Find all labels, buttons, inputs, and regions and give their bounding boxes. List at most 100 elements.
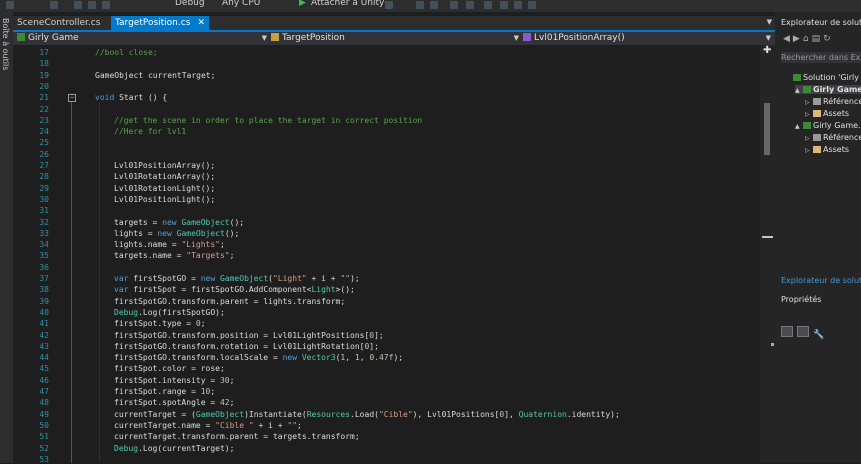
code-line[interactable]: firstSpot.color = rose; bbox=[114, 364, 225, 373]
code-line[interactable]: Lvl01RotationArray(); bbox=[114, 172, 215, 181]
code-line[interactable]: firstSpot.intensity = 30; bbox=[114, 376, 234, 385]
project-icon bbox=[803, 86, 811, 93]
code-line[interactable]: currentTarget.name = "Cible " + i + ""; bbox=[114, 421, 302, 430]
expand-toggle-icon[interactable]: ▷ bbox=[805, 135, 813, 142]
save-all-icon[interactable] bbox=[88, 1, 96, 9]
attach-unity-button[interactable]: Attacher à Unity bbox=[311, 0, 384, 8]
next-bookmark-icon[interactable] bbox=[514, 1, 522, 9]
outdent-icon[interactable] bbox=[466, 1, 474, 9]
class-dropdown[interactable]: TargetPosition ▼ bbox=[271, 32, 519, 45]
window-icon[interactable] bbox=[416, 1, 424, 9]
code-token: firstSpot.range = bbox=[114, 387, 201, 396]
code-line[interactable]: firstSpot.type = 0; bbox=[114, 319, 206, 328]
categorized-icon[interactable] bbox=[781, 326, 793, 337]
code-line[interactable]: lights.name = "Lights"; bbox=[114, 240, 225, 249]
bookmark-icon[interactable] bbox=[484, 1, 492, 9]
tree-item[interactable]: ▷ Assets bbox=[805, 109, 861, 118]
code-line[interactable]: firstSpot.spotAngle = 42; bbox=[114, 398, 234, 407]
config-dropdown[interactable]: Debug bbox=[175, 0, 205, 8]
code-line[interactable]: //bool close; bbox=[95, 48, 158, 57]
tree-item[interactable]: Solution 'Girly Game' bbox=[785, 73, 861, 82]
prev-bookmark-icon[interactable] bbox=[500, 1, 508, 9]
project-dropdown[interactable]: Girly Game ▼ bbox=[17, 32, 267, 45]
code-line[interactable]: firstSpotGO.transform.parent = lights.tr… bbox=[114, 297, 345, 306]
code-token: GameObject bbox=[195, 409, 245, 419]
undo-icon[interactable] bbox=[102, 1, 110, 9]
tree-item[interactable]: ▲ Girly Game.Editor bbox=[795, 121, 861, 130]
wrench-icon[interactable]: 🔧 bbox=[813, 330, 824, 340]
tab-targetposition[interactable]: TargetPosition.cs ✕ bbox=[111, 16, 209, 30]
line-number: 33 bbox=[39, 228, 49, 238]
code-editor[interactable]: 17 18 19 20 21 22 23 24 25 26 27 28 29 30 31 32 33 34 35 36… bbox=[13, 45, 775, 464]
alphabetical-icon[interactable] bbox=[797, 326, 809, 337]
expand-toggle-icon[interactable]: ▲ bbox=[795, 87, 803, 94]
back-icon[interactable] bbox=[6, 1, 14, 9]
split-icon[interactable]: ✚ bbox=[763, 45, 771, 56]
code-line[interactable]: firstSpotGO.transform.position = Lvl01Li… bbox=[114, 331, 384, 340]
member-dropdown[interactable]: Lvl01PositionArray() ▼ bbox=[523, 32, 771, 45]
code-line[interactable]: currentTarget = (GameObject)Instantiate(… bbox=[114, 410, 620, 419]
play-icon[interactable]: ▶ bbox=[299, 0, 306, 8]
solution-explorer-tab[interactable]: Explorateur de solutions bbox=[781, 276, 861, 285]
forward-icon[interactable]: ▶ bbox=[793, 34, 803, 44]
code-token: firstSpotGO.transform.localScale = bbox=[114, 353, 283, 363]
references-icon bbox=[813, 134, 821, 141]
code-line[interactable]: currentTarget.transform.parent = targets… bbox=[114, 432, 360, 441]
tab-scenecontroller[interactable]: SceneController.cs bbox=[13, 16, 112, 30]
editor-scrollbar[interactable]: ✚ bbox=[760, 45, 775, 463]
code-line[interactable]: void Start () { bbox=[95, 93, 167, 102]
expand-toggle-icon[interactable]: ▷ bbox=[805, 99, 813, 106]
debug-icon[interactable] bbox=[385, 1, 393, 9]
code-line[interactable]: Lvl01PositionArray(); bbox=[114, 161, 215, 170]
code-token: ; bbox=[229, 398, 235, 408]
collapse-icon[interactable]: − bbox=[68, 94, 76, 102]
solution-search-input[interactable]: Rechercher dans Explorateur de solutions bbox=[781, 52, 861, 63]
expand-toggle-icon[interactable]: ▷ bbox=[805, 147, 813, 154]
switch-views-icon[interactable]: ▤ bbox=[812, 34, 824, 44]
tree-item[interactable]: ▷ Références bbox=[805, 133, 861, 142]
code-token: firstSpot.type = bbox=[114, 319, 196, 329]
tab-label: SceneController.cs bbox=[17, 18, 101, 28]
code-line[interactable]: //get the scene in order to place the ta… bbox=[114, 116, 422, 125]
code-line[interactable]: firstSpotGO.transform.rotation = Lvl01Li… bbox=[114, 342, 379, 351]
code-token: currentTarget.transform.parent = targets… bbox=[114, 432, 360, 442]
expand-toggle-icon[interactable]: ▲ bbox=[795, 123, 803, 130]
code-line[interactable]: firstSpotGO.transform.localScale = new V… bbox=[114, 353, 403, 362]
indent-icon[interactable] bbox=[450, 1, 458, 9]
line-number: 38 bbox=[39, 285, 49, 295]
layout-icon[interactable] bbox=[430, 1, 438, 9]
code-line[interactable]: firstSpot.range = 10; bbox=[114, 387, 215, 396]
code-token: ; bbox=[210, 387, 216, 396]
code-line[interactable]: //Here for lvl1 bbox=[114, 127, 186, 136]
code-line[interactable]: Debug.Log(firstSpotGO); bbox=[114, 308, 225, 317]
new-project-icon[interactable] bbox=[50, 1, 58, 9]
toolbox-rail: Boîte à outils bbox=[0, 12, 13, 463]
navigation-bar: Girly Game ▼ TargetPosition ▼ Lvl01Posit… bbox=[13, 32, 775, 45]
solution-explorer-title: Explorateur de solutions bbox=[781, 18, 861, 27]
tree-item[interactable]: ▷ Références bbox=[805, 97, 861, 106]
tree-item[interactable]: ▷ Assets bbox=[805, 145, 861, 154]
tree-item[interactable]: ▲ Girly Game bbox=[795, 85, 861, 94]
code-line[interactable]: Debug.Log(currentTarget); bbox=[114, 444, 234, 453]
code-line[interactable]: Lvl01PositionLight(); bbox=[114, 195, 215, 204]
refresh-icon[interactable]: ↻ bbox=[823, 34, 834, 44]
tab-label: TargetPosition.cs bbox=[115, 18, 191, 28]
toolbox-tab[interactable]: Boîte à outils bbox=[1, 18, 10, 70]
code-line[interactable]: var firstSpotGO = new GameObject("Light"… bbox=[114, 274, 360, 283]
clear-bookmarks-icon[interactable] bbox=[528, 1, 536, 9]
csharp-project-icon bbox=[17, 33, 25, 41]
platform-dropdown[interactable]: Any CPU bbox=[222, 0, 260, 8]
code-line[interactable]: targets.name = "Targets"; bbox=[114, 251, 234, 260]
save-icon[interactable] bbox=[74, 1, 82, 9]
expand-toggle-icon[interactable]: ▷ bbox=[805, 111, 813, 118]
code-line[interactable]: Lvl01RotationLight(); bbox=[114, 184, 215, 193]
close-tab-icon[interactable]: ✕ bbox=[197, 16, 205, 30]
code-line[interactable]: lights = new GameObject(); bbox=[114, 229, 239, 238]
scrollbar-thumb[interactable] bbox=[764, 103, 770, 155]
code-line[interactable]: targets = new GameObject(); bbox=[114, 218, 244, 227]
home-icon[interactable]: ⌂ bbox=[803, 34, 812, 44]
code-line[interactable]: GameObject currentTarget; bbox=[95, 71, 215, 80]
code-line[interactable]: var firstSpot = firstSpotGO.AddComponent… bbox=[114, 285, 355, 294]
tab-overflow-icon[interactable]: ▼ bbox=[767, 18, 772, 26]
back-icon[interactable]: ◀ bbox=[783, 34, 793, 44]
